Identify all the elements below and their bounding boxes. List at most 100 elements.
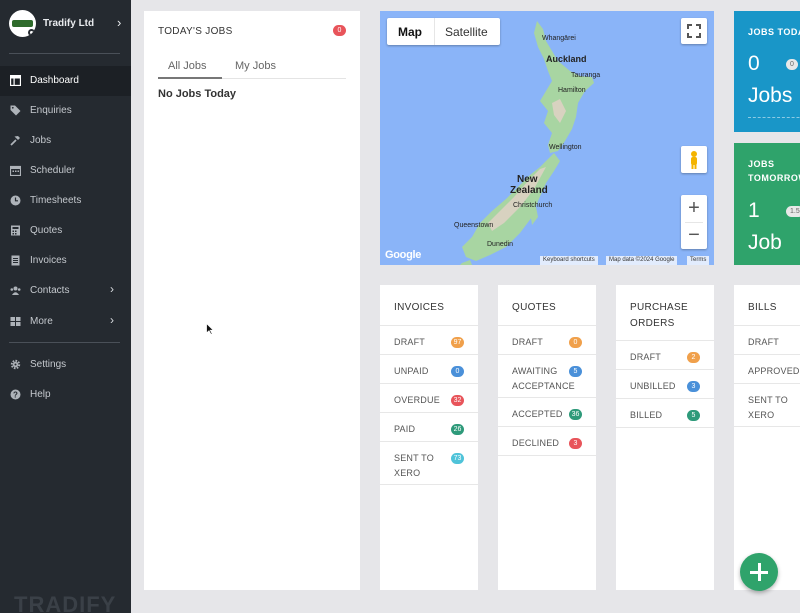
map-type-map-button[interactable]: Map (398, 25, 422, 39)
status-count-badge: 2 (687, 352, 700, 363)
active-tab-indicator (158, 77, 222, 79)
account-switcher[interactable]: Tradify Ltd › (9, 10, 124, 38)
card-title: QUOTES (512, 302, 557, 313)
sidebar-item-contacts[interactable]: Contacts › (0, 276, 131, 306)
row-divider (616, 427, 714, 428)
status-label-line2: ACCEPTANCE (512, 381, 575, 391)
todays-jobs-panel: TODAY'S JOBS 0 All Jobs My Jobs No Jobs … (144, 11, 360, 590)
stat-title: JOBS TODAY (748, 27, 800, 37)
status-label: SENT TO (394, 453, 434, 463)
invoices-summary-card: INVOICES DRAFT 97 UNPAID 0 OVERDUE 32 PAID 26 SE… (380, 285, 478, 590)
status-row[interactable]: UNBILLED 3 (616, 369, 714, 399)
svg-text:?: ? (13, 390, 18, 399)
map-type-satellite-button[interactable]: Satellite (445, 25, 488, 39)
jobs-map[interactable]: Whangārei Auckland Tauranga Hamilton Wel… (380, 11, 714, 265)
clock-icon (10, 195, 21, 206)
status-label-line2: XERO (748, 410, 775, 420)
map-label-dunedin: Dunedin (487, 241, 514, 248)
stat-pill: 1.5 (786, 206, 800, 217)
pegman-icon (691, 151, 697, 169)
sidebar-item-label: Enquiries (30, 105, 72, 116)
status-row[interactable]: APPROVED (734, 354, 800, 384)
status-row[interactable]: DRAFT 0 (498, 325, 596, 355)
status-label: DRAFT (748, 337, 779, 347)
google-logo: Google (385, 249, 422, 261)
sidebar-item-settings[interactable]: Settings (0, 350, 131, 380)
status-row[interactable]: DRAFT 2 (616, 340, 714, 370)
zoom-out-button[interactable]: − (681, 222, 707, 249)
status-row[interactable]: UNPAID 0 (380, 354, 478, 384)
status-row[interactable]: SENT TO XERO 73 (380, 441, 478, 485)
status-count-badge: 5 (569, 366, 582, 377)
map-label-christchurch: Christchurch (513, 202, 553, 209)
status-count-badge: 0 (451, 366, 464, 377)
jobs-tomorrow-card[interactable]: JOBS TOMORROW 1 1.5 Job (734, 143, 800, 265)
status-row[interactable]: PAID 26 (380, 412, 478, 442)
sidebar: Tradify Ltd › Dashboard Enquiries Jobs S… (0, 0, 131, 613)
card-title: BILLS (748, 302, 777, 313)
status-label: UNBILLED (630, 381, 676, 391)
sidebar-item-scheduler[interactable]: Scheduler (0, 156, 131, 186)
card-title-line2: ORDERS (630, 318, 675, 329)
status-count-badge: 32 (451, 395, 464, 406)
jobs-today-card[interactable]: JOBS TODAY 0 0 Jobs (734, 11, 800, 132)
status-row[interactable]: AWAITING ACCEPTANCE 5 (498, 354, 596, 398)
bills-summary-card: BILLS DRAFT APPROVED SENT TO XERO (734, 285, 800, 590)
sidebar-item-quotes[interactable]: Quotes (0, 216, 131, 246)
sidebar-item-label: Help (30, 389, 51, 400)
stat-word: Job (748, 231, 782, 254)
sidebar-item-dashboard[interactable]: Dashboard (0, 66, 131, 96)
map-label-wellington: Wellington (549, 144, 582, 151)
status-row[interactable]: ACCEPTED 36 (498, 397, 596, 427)
status-count-badge: 5 (687, 410, 700, 421)
map-label-zealand: Zealand (510, 185, 548, 196)
sidebar-item-label: Quotes (30, 225, 63, 236)
stat-count: 0 (748, 52, 760, 75)
add-button[interactable] (740, 553, 778, 591)
fullscreen-icon (687, 24, 701, 38)
sidebar-item-jobs[interactable]: Jobs (0, 126, 131, 156)
map-label-tauranga: Tauranga (571, 72, 601, 79)
zoom-in-button[interactable]: + (681, 195, 707, 222)
panel-title: TODAY'S JOBS (158, 26, 233, 37)
keyboard-shortcuts-link[interactable]: Keyboard shortcuts (540, 256, 598, 265)
status-label: ACCEPTED (512, 409, 563, 419)
sidebar-item-help[interactable]: ? Help (0, 380, 131, 410)
account-name: Tradify Ltd (43, 18, 95, 29)
row-divider (380, 484, 478, 485)
status-row[interactable]: OVERDUE 32 (380, 383, 478, 413)
sidebar-item-invoices[interactable]: Invoices (0, 246, 131, 276)
status-row[interactable]: SENT TO XERO (734, 383, 800, 427)
status-row[interactable]: BILLED 5 (616, 398, 714, 428)
street-view-pegman[interactable] (681, 146, 707, 173)
sidebar-item-label: More (30, 316, 53, 327)
stat-pill: 0 (786, 59, 798, 70)
status-count-badge: 26 (451, 424, 464, 435)
sidebar-item-more[interactable]: More › (0, 307, 131, 337)
divider (9, 342, 120, 343)
sidebar-item-timesheets[interactable]: Timesheets (0, 186, 131, 216)
terms-link[interactable]: Terms (687, 256, 710, 265)
tab-all-jobs[interactable]: All Jobs (168, 60, 207, 72)
status-row[interactable]: DRAFT (734, 325, 800, 355)
status-label: DRAFT (512, 337, 543, 347)
users-icon (10, 286, 21, 295)
status-count-badge: 36 (569, 409, 582, 420)
status-row[interactable]: DECLINED 3 (498, 426, 596, 456)
status-label-line2: XERO (394, 468, 421, 478)
status-label: AWAITING (512, 366, 558, 376)
fullscreen-button[interactable] (681, 18, 707, 44)
map-label-queenstown: Queenstown (454, 222, 494, 229)
chevron-right-icon: › (110, 282, 114, 296)
empty-state-text: No Jobs Today (158, 88, 237, 100)
help-icon: ? (10, 389, 21, 400)
sidebar-item-label: Timesheets (30, 195, 82, 206)
sidebar-item-enquiries[interactable]: Enquiries (0, 96, 131, 126)
grid-icon (10, 317, 21, 326)
quotes-summary-card: QUOTES DRAFT 0 AWAITING ACCEPTANCE 5 ACCEPTED… (498, 285, 596, 590)
map-label-new: New (517, 174, 538, 185)
hammer-icon (10, 136, 20, 146)
status-row[interactable]: DRAFT 97 (380, 325, 478, 355)
status-label: APPROVED (748, 366, 800, 376)
tab-my-jobs[interactable]: My Jobs (235, 60, 276, 72)
